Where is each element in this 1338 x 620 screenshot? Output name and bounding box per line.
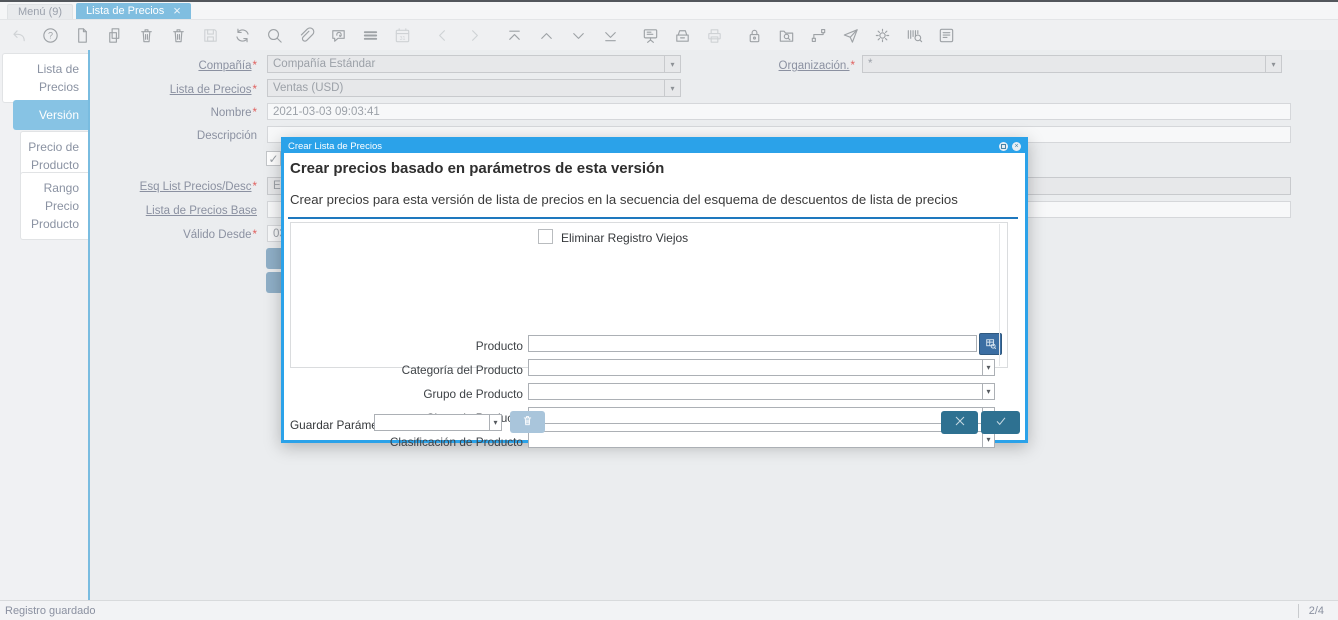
status-bar: Registro guardado 2/4 (0, 600, 1338, 620)
cancel-x-icon (952, 413, 968, 432)
producto-label: Producto (475, 339, 523, 353)
chevron-down-icon[interactable]: ▾ (982, 432, 994, 447)
grupo-producto-field[interactable]: ▾ (528, 383, 995, 400)
activo-checkbox[interactable]: ✓ (266, 151, 281, 166)
categoria-producto-label: Categoría del Producto (401, 363, 523, 377)
delete-parameter-button[interactable] (510, 411, 545, 433)
chevron-down-icon[interactable]: ▾ (982, 360, 994, 375)
dialog-title: Crear Lista de Precios (288, 141, 382, 152)
settings-icon[interactable] (873, 26, 892, 45)
clasificacion-producto-field[interactable]: ▾ (528, 431, 995, 448)
chevron-down-icon[interactable]: ▾ (664, 80, 680, 96)
grupo-producto-label: Grupo de Producto (423, 387, 523, 401)
clase-producto-field[interactable]: ▾ (528, 407, 995, 424)
calendar-icon: 31 (393, 26, 412, 45)
barcode-icon[interactable] (905, 26, 924, 45)
nombre-label: Nombre* (210, 107, 257, 119)
undo-icon (9, 26, 28, 45)
svg-text:31: 31 (400, 35, 406, 41)
crear-lista-de-precios-dialog: Crear Lista de Precios × Crear precios b… (281, 137, 1028, 449)
categoria-producto-field[interactable]: ▾ (528, 359, 995, 376)
tab-menu-label: Menú (9) (18, 6, 63, 18)
tab-lista-de-precios[interactable]: Lista de Precios × (76, 3, 191, 19)
close-icon[interactable]: × (173, 4, 181, 17)
svg-text:?: ? (48, 30, 53, 40)
valido-desde-label: Válido Desde* (183, 229, 257, 241)
panel-scrollbar[interactable] (999, 224, 1000, 366)
refresh-icon[interactable] (233, 26, 252, 45)
presentation-icon[interactable] (641, 26, 660, 45)
delete-record-icon[interactable] (137, 26, 156, 45)
new-record-icon[interactable] (73, 26, 92, 45)
help-icon[interactable]: ? (41, 26, 60, 45)
next-icon (465, 26, 484, 45)
chevron-down-icon[interactable]: ▾ (489, 415, 501, 430)
report-icon[interactable] (937, 26, 956, 45)
esq-list-precios-label: Esq List Precios/Desc* (139, 181, 257, 193)
cancel-button[interactable] (941, 411, 978, 434)
copy-record-icon[interactable] (105, 26, 124, 45)
descripcion-label: Descripción (196, 130, 257, 142)
check-icon: ✓ (268, 151, 279, 166)
save-icon (201, 26, 220, 45)
tab-lista-label: Lista de Precios (86, 5, 165, 17)
archive-icon[interactable] (673, 26, 692, 45)
chevron-down-icon[interactable]: ▾ (664, 56, 680, 72)
organizacion-label: Organización.* (778, 60, 855, 72)
record-tabs-sidebar: Lista de Precios Versión Precio de Produ… (0, 50, 90, 600)
dialog-separator (288, 217, 1018, 219)
sidebar-tab-lista-de-precios[interactable]: Lista de Precios (2, 53, 88, 103)
zoom-across-icon[interactable] (777, 26, 796, 45)
chevron-down-icon[interactable]: ▾ (1265, 56, 1281, 72)
next-record-icon[interactable] (569, 26, 588, 45)
tab-menu[interactable]: Menú (9) (7, 4, 74, 19)
guardar-parametro-field[interactable]: ▾ (374, 414, 502, 431)
find-icon[interactable] (265, 26, 284, 45)
lista-de-precios-label: Lista de Precios* (169, 84, 257, 96)
organizacion-field[interactable]: * ▾ (862, 55, 1282, 73)
toolbar: ? 31 (0, 20, 1338, 50)
attachment-icon[interactable] (297, 26, 316, 45)
list-view-icon[interactable] (361, 26, 380, 45)
compania-field[interactable]: Compañía Estándar ▾ (267, 55, 681, 73)
confirm-check-icon (993, 413, 1009, 432)
app-window: Menú (9) Lista de Precios × ? 31 Lista d… (0, 0, 1338, 620)
chat-icon[interactable] (329, 26, 348, 45)
lock-icon[interactable] (745, 26, 764, 45)
compania-label: Compañía* (198, 60, 257, 72)
status-message: Registro guardado (5, 604, 96, 617)
nombre-field[interactable]: 2021-03-03 09:03:41 (267, 103, 1291, 120)
workflow-icon[interactable] (809, 26, 828, 45)
first-record-icon[interactable] (505, 26, 524, 45)
delete-selection-icon[interactable] (169, 26, 188, 45)
clasificacion-producto-label: Clasificación de Producto (389, 435, 523, 449)
prev-icon (433, 26, 452, 45)
previous-record-icon[interactable] (537, 26, 556, 45)
close-icon[interactable]: × (1012, 142, 1021, 151)
dialog-description: Crear precios para esta versión de lista… (290, 192, 958, 207)
window-tab-strip: Menú (9) Lista de Precios × (0, 0, 1338, 20)
dialog-heading: Crear precios basado en parámetros de es… (290, 160, 665, 177)
lista-de-precios-field[interactable]: Ventas (USD) ▾ (267, 79, 681, 97)
print-icon (705, 26, 724, 45)
producto-field[interactable] (528, 335, 977, 352)
send-icon[interactable] (841, 26, 860, 45)
confirm-button[interactable] (981, 411, 1020, 434)
eliminar-registro-viejos-label: Eliminar Registro Viejos (561, 231, 689, 245)
eliminar-registro-viejos-checkbox[interactable] (538, 229, 553, 244)
sidebar-tab-rango-precio-producto[interactable]: Rango Precio Producto (20, 172, 88, 240)
trash-icon (521, 414, 534, 430)
dialog-parameters-panel: Eliminar Registro Viejos Producto Catego… (290, 222, 1008, 449)
record-counter: 2/4 (1297, 603, 1324, 618)
chevron-down-icon[interactable]: ▾ (982, 384, 994, 399)
dialog-titlebar[interactable]: Crear Lista de Precios × (284, 140, 1025, 153)
last-record-icon[interactable] (601, 26, 620, 45)
lista-base-label: Lista de Precios Base (145, 205, 257, 217)
maximize-icon[interactable] (999, 142, 1008, 151)
sidebar-tab-version[interactable]: Versión (13, 100, 88, 130)
